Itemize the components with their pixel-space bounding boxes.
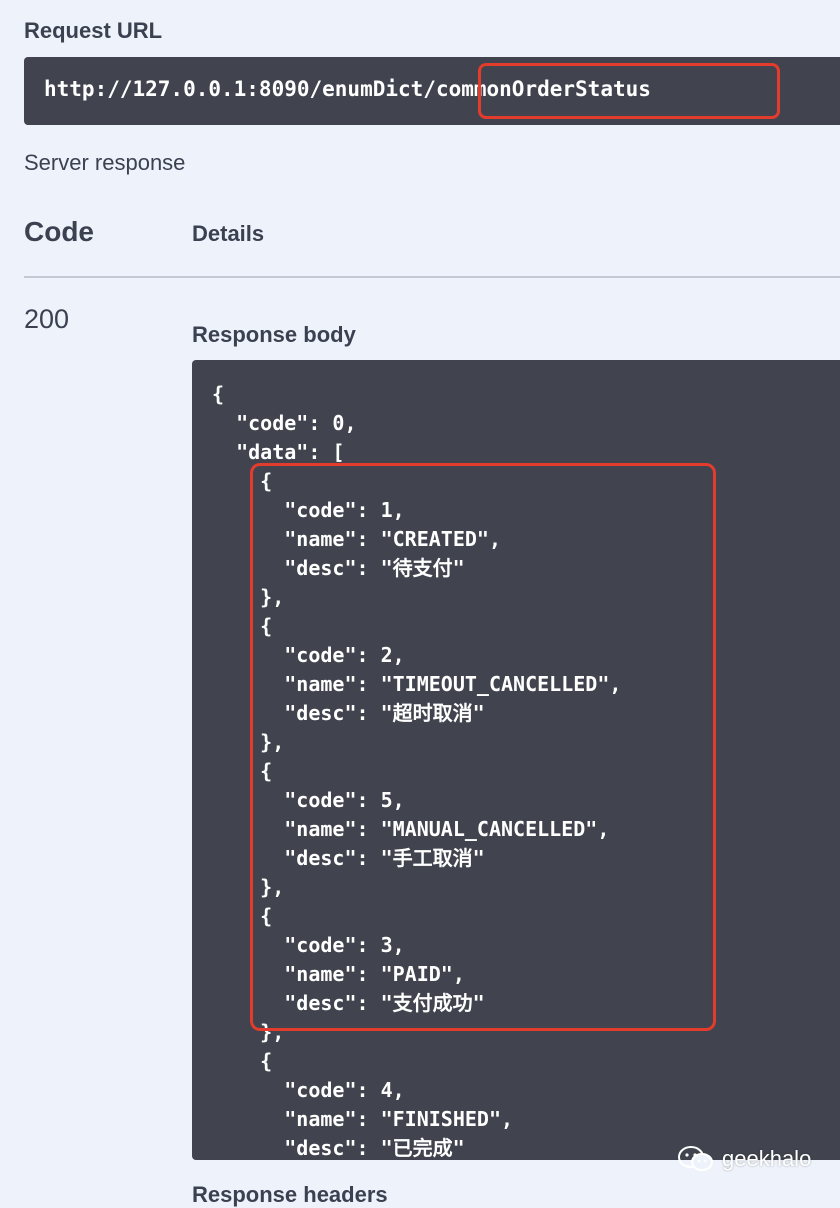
url-slash: / [423,77,436,101]
watermark-text: geekhalo [722,1146,812,1171]
json-line: "data": [ [236,440,345,464]
json-line: "name": "FINISHED", [284,1107,514,1131]
code-column-header: Code [24,216,94,247]
watermark: geekhalo [676,1144,811,1174]
url-prefix: http://127.0.0.1:8090/enumDict [44,77,424,101]
json-line: { [260,1049,273,1073]
response-body-code-block[interactable]: { "code": 0, "data": [ { "code": 1, "nam… [192,360,840,1160]
server-response-label: Server response [24,150,186,175]
data-items-highlight-box [250,463,716,1031]
json-line: "code": 0, [236,411,357,435]
status-code: 200 [24,304,70,334]
wechat-icon [678,1146,713,1171]
response-body-label: Response body [192,322,356,347]
request-url-label: Request URL [24,18,163,43]
json-line: "desc": "已完成" [284,1136,465,1160]
response-headers-label: Response headers [192,1182,388,1207]
json-line: "code": 4, [284,1078,405,1102]
request-url-box[interactable]: http://127.0.0.1:8090/enumDict/commonOrd… [24,57,840,125]
json-line: { [212,382,225,406]
details-column-header: Details [192,221,265,246]
url-highlight-box [478,63,780,119]
table-divider [24,276,840,278]
